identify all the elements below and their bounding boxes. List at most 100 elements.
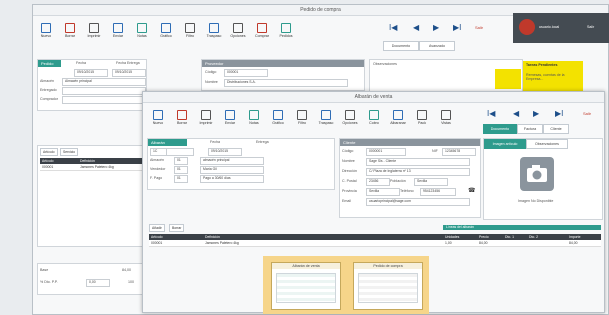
alb-numero-field[interactable] xyxy=(166,148,194,156)
back-service-button[interactable]: Servicio xyxy=(60,148,79,156)
cli-poblacion-label: Población xyxy=(390,179,406,183)
filter-icon xyxy=(185,23,195,33)
front-nav-prev-button[interactable]: ◀ xyxy=(513,109,519,118)
cli-cpostal-field[interactable]: 23456 xyxy=(366,178,390,186)
almacen-field[interactable]: Almacén principal xyxy=(62,78,146,86)
new-doc-icon xyxy=(41,23,51,33)
front-pack-button[interactable]: Pack xyxy=(411,110,433,125)
back-enviar-button[interactable]: Enviar xyxy=(107,23,129,38)
front-tab-factura[interactable]: Factura xyxy=(517,124,543,134)
chart-icon xyxy=(161,23,171,33)
tab-imagen-articulo[interactable]: Imagen artículo xyxy=(484,139,526,149)
gear-icon xyxy=(233,23,243,33)
cli-nombre-label: Nombre xyxy=(342,159,355,163)
back-nuevo-button[interactable]: Nuevo xyxy=(35,23,57,38)
front-vistas-button[interactable]: Vistas xyxy=(435,110,457,125)
alb-vendedor-name[interactable]: María Gil xyxy=(200,166,264,174)
cli-cpostal-label: C. Postal xyxy=(342,179,357,183)
alb-fpago-name[interactable]: Pago a 30/60 días xyxy=(200,175,264,183)
tab-avanzado[interactable]: Avanzado xyxy=(419,41,455,51)
prov-codigo-field[interactable]: 000001 xyxy=(224,69,268,77)
front-nav-last-button[interactable]: ▶I xyxy=(555,109,563,118)
front-notas-button[interactable]: Notas xyxy=(243,110,265,125)
back-borrar-button[interactable]: Borrar xyxy=(59,23,81,38)
cli-provincia-field[interactable]: Sevilla xyxy=(366,188,400,196)
cli-poblacion-field[interactable]: Sevilla xyxy=(414,178,448,186)
back-traspaso-button[interactable]: Traspaso xyxy=(203,23,225,38)
lines-row-cell: Jamones Paletero 4kg xyxy=(205,241,239,245)
albaran-header: Albarán xyxy=(148,139,187,146)
comprador-field[interactable] xyxy=(62,96,146,104)
cli-email-field[interactable]: usuarioprincipal@sage.com xyxy=(366,198,470,206)
front-toolbar-label: Nuevo xyxy=(152,121,164,125)
alb-fecha-field[interactable]: 09/10/2015 xyxy=(208,148,242,156)
back-grid-row[interactable]: 000001 Jamones Paletero 4kg xyxy=(40,164,144,171)
front-gr-fico-button[interactable]: Gráfico xyxy=(267,110,289,125)
back-toolbar-label: Notas xyxy=(137,34,147,38)
front-borrar-button[interactable]: Borrar xyxy=(171,110,193,125)
lines-row-cell: 000001 xyxy=(151,241,163,245)
logout-button[interactable]: Salir xyxy=(587,25,594,29)
back-filtro-button[interactable]: Filtro xyxy=(179,23,201,38)
prov-nombre-field[interactable]: Distribuciones S.A. xyxy=(224,79,348,87)
front-opciones-button[interactable]: Opciones xyxy=(339,110,361,125)
transfer-icon xyxy=(209,23,219,33)
gear-icon xyxy=(345,110,355,120)
alb-entrega-label: Entrega xyxy=(256,140,269,144)
front-toolbar-label: Enviar xyxy=(224,121,236,125)
back-comprar-button[interactable]: Comprar xyxy=(251,23,273,38)
avatar[interactable] xyxy=(519,19,535,35)
back-toolbar-label: Enviar xyxy=(112,34,124,38)
nav-last-button[interactable]: ▶I xyxy=(453,23,461,32)
back-opciones-button[interactable]: Opciones xyxy=(227,23,249,38)
front-tab-cliente[interactable]: Cliente xyxy=(543,124,569,134)
back-notas-button[interactable]: Notas xyxy=(131,23,153,38)
preview-albaran[interactable]: Albarán de venta xyxy=(271,262,341,310)
nav-first-button[interactable]: I◀ xyxy=(389,23,397,32)
tareas-body: Remesas, cuentas de la Empresa... xyxy=(526,73,565,81)
alb-almacen-name[interactable]: almacén principal xyxy=(200,157,264,165)
tab-observaciones[interactable]: Observaciones xyxy=(526,139,568,149)
entregado-field[interactable] xyxy=(62,87,146,95)
lines-grid-row[interactable]: 000001 Jamones Paletero 4kg 1,00 84,00 84,00 xyxy=(149,240,601,247)
entrega-field[interactable]: 09/10/2015 xyxy=(112,69,146,77)
front-nav-next-button[interactable]: ▶ xyxy=(533,109,539,118)
delete-line-button[interactable]: Borrar xyxy=(169,224,185,232)
front-tab-documento[interactable]: Documento xyxy=(483,124,517,134)
front-imprimir-button[interactable]: Imprimir xyxy=(195,110,217,125)
cli-direccion-field[interactable]: C/ Plaza de Inglaterra nº 13 xyxy=(366,168,470,176)
front-nuevo-button[interactable]: Nuevo xyxy=(147,110,169,125)
tareas-panel[interactable]: Tareas Pendientes Remesas, cuentas de la… xyxy=(523,61,583,91)
front-enviar-button[interactable]: Enviar xyxy=(219,110,241,125)
user-name[interactable]: usuario.local xyxy=(539,25,559,29)
alb-fpago-code[interactable]: 01 xyxy=(174,175,188,183)
back-imprimir-button[interactable]: Imprimir xyxy=(83,23,105,38)
almacen-label: Almacén xyxy=(40,79,54,83)
cli-codigo-field[interactable]: 0000001 xyxy=(366,148,406,156)
alb-vendedor-code[interactable]: 01 xyxy=(174,166,188,174)
front-filtro-button[interactable]: Filtro xyxy=(291,110,313,125)
front-cobro-button[interactable]: Cobro xyxy=(363,110,385,125)
nav-next-button[interactable]: ▶ xyxy=(433,23,439,32)
alb-almacen-code[interactable]: 01 xyxy=(174,157,188,165)
front-nav-first-button[interactable]: I◀ xyxy=(487,109,495,118)
add-line-button[interactable]: Añadir xyxy=(149,224,165,232)
dto-field[interactable]: 0,00 xyxy=(86,279,110,287)
back-add-button[interactable]: Artículo xyxy=(40,148,58,156)
tab-documento[interactable]: Documento xyxy=(383,41,419,51)
cli-nif-field[interactable]: 12345678 xyxy=(442,148,476,156)
cli-nombre-field[interactable]: Sage Sis - Cliente xyxy=(366,158,470,166)
cli-telefono-field[interactable]: 954123456 xyxy=(420,188,456,196)
back-gr-fico-button[interactable]: Gráfico xyxy=(155,23,177,38)
front-traspaso-button[interactable]: Traspaso xyxy=(315,110,337,125)
back-lines-panel: Artículo Servicio Artículo Definición 00… xyxy=(37,145,147,247)
nav-prev-button[interactable]: ◀ xyxy=(413,23,419,32)
back-pedidos-button[interactable]: Pedidos xyxy=(275,23,297,38)
phone-icon[interactable]: ☎ xyxy=(468,187,475,194)
fecha-field[interactable]: 09/10/2015 xyxy=(74,69,108,77)
front-albaranar-button[interactable]: Albaranar xyxy=(387,110,409,125)
nav-exit-button[interactable]: Salir xyxy=(475,25,483,30)
lines-row-cell: 84,00 xyxy=(479,241,488,245)
preview-pedido[interactable]: Pedido de compra xyxy=(353,262,423,310)
front-nav-exit-button[interactable]: Salir xyxy=(583,111,591,116)
